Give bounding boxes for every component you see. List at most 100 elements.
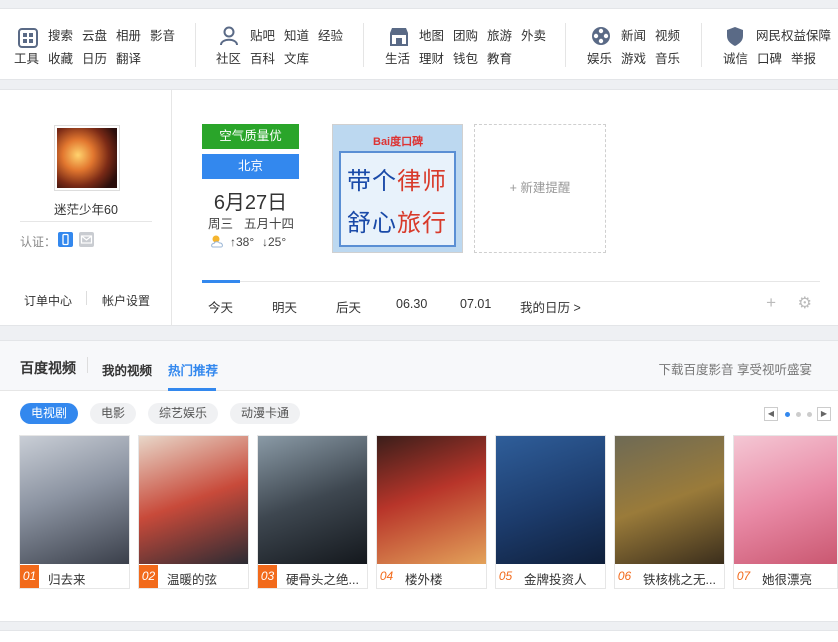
video-card[interactable]: 02 温暖的弦 [138, 435, 249, 589]
video-title: 楼外楼 [405, 573, 443, 587]
rank-badge: 03 [258, 565, 277, 588]
lunar-date: 五月十四 [244, 217, 295, 231]
phone-verify-icon[interactable] [58, 232, 73, 247]
video-section-title[interactable]: 百度视频 [20, 358, 76, 378]
nav-link-finance[interactable]: 理财 [419, 48, 444, 67]
rank-badge: 02 [139, 565, 158, 588]
gear-icon[interactable]: ⚙ [798, 293, 812, 313]
nav-link-calendar[interactable]: 日历 [82, 48, 107, 67]
nav-link-news[interactable]: 新闻 [621, 25, 646, 44]
rank-badge: 05 [498, 569, 513, 583]
pager-dot[interactable] [807, 412, 812, 417]
divider [20, 221, 152, 222]
pager-dot[interactable] [785, 412, 790, 417]
nav-link-community[interactable]: 社区 [216, 48, 241, 67]
pill-anime[interactable]: 动漫卡通 [230, 403, 301, 424]
pager-next-button[interactable]: ▶ [817, 407, 831, 421]
video-card[interactable]: 07 她很漂亮 [733, 435, 838, 589]
video-title: 她很漂亮 [762, 573, 813, 587]
video-card[interactable]: 03 硬骨头之绝... [257, 435, 368, 589]
calendar-tabs: 今天 明天 后天 06.30 07.01 我的日历 > + ⚙ [202, 280, 820, 326]
nav-link-travel[interactable]: 旅游 [487, 25, 512, 44]
nav-link-translate[interactable]: 翻译 [116, 48, 141, 67]
nav-link-jingyan[interactable]: 经验 [318, 25, 343, 44]
nav-group-entertainment: 新闻 视频 娱乐 游戏 音乐 [566, 9, 701, 81]
nav-link-education[interactable]: 教育 [487, 48, 512, 67]
rank-badge: 04 [379, 569, 394, 583]
nav-link-takeout[interactable]: 外卖 [521, 25, 546, 44]
username[interactable]: 迷茫少年60 [0, 199, 172, 218]
avatar[interactable] [54, 125, 120, 191]
nav-link-zhidao[interactable]: 知道 [284, 25, 309, 44]
new-reminder-button[interactable]: + 新建提醒 [474, 124, 606, 253]
tab-tomorrow[interactable]: 明天 [272, 297, 297, 316]
nav-link-games[interactable]: 游戏 [621, 48, 646, 67]
pill-tv-series[interactable]: 电视剧 [20, 403, 79, 424]
user-panel: 迷茫少年60 认证： 订单中心 帐户设置 空气质量优 北京 6月27日 周三 五… [0, 89, 838, 326]
video-card[interactable]: 06 铁核桃之无... [614, 435, 725, 589]
nav-link-koubei[interactable]: 口碑 [757, 48, 782, 67]
nav-link-map[interactable]: 地图 [419, 25, 444, 44]
email-verify-icon[interactable] [79, 232, 94, 247]
tab-today[interactable]: 今天 [208, 297, 233, 316]
nav-link-wenku[interactable]: 文库 [284, 48, 309, 67]
profile-section: 迷茫少年60 认证： 订单中心 帐户设置 [0, 90, 172, 326]
account-settings-link[interactable]: 帐户设置 [102, 292, 150, 309]
nav-link-cloud[interactable]: 云盘 [82, 25, 107, 44]
active-tab-indicator [202, 280, 240, 283]
tab-hot-recommend[interactable]: 热门推荐 [168, 360, 218, 379]
tab-date-0630[interactable]: 06.30 [396, 297, 427, 311]
sun-cloud-icon [211, 235, 223, 248]
nav-link-tools[interactable]: 工具 [14, 48, 39, 67]
nav-link-wallet[interactable]: 钱包 [453, 48, 478, 67]
air-quality-badge[interactable]: 空气质量优 [202, 124, 299, 149]
nav-link-music[interactable]: 音乐 [655, 48, 680, 67]
tab-day-after[interactable]: 后天 [336, 297, 361, 316]
community-icon [220, 26, 238, 46]
tab-date-0701[interactable]: 07.01 [460, 297, 491, 311]
video-poster [734, 436, 837, 564]
temperature-low: ↓25° [262, 235, 287, 249]
video-card[interactable]: 04 楼外楼 [376, 435, 487, 589]
grid-tools-icon [18, 28, 38, 48]
nav-link-baike[interactable]: 百科 [250, 48, 275, 67]
order-center-link[interactable]: 订单中心 [24, 292, 72, 309]
active-tab-indicator [168, 388, 216, 391]
nav-link-tieba[interactable]: 贴吧 [250, 25, 275, 44]
video-title: 温暖的弦 [167, 573, 218, 587]
nav-link-video[interactable]: 视频 [655, 25, 680, 44]
video-card[interactable]: 01 归去来 [19, 435, 130, 589]
nav-link-integrity[interactable]: 诚信 [723, 48, 748, 67]
video-card[interactable]: 05 金牌投资人 [495, 435, 606, 589]
nav-link-tuangou[interactable]: 团购 [453, 25, 478, 44]
nav-group-community: 贴吧 知道 经验 社区 百科 文库 [196, 9, 363, 81]
pill-variety[interactable]: 综艺娱乐 [148, 403, 219, 424]
current-date: 6月27日 [213, 192, 288, 214]
nav-link-media[interactable]: 影音 [150, 25, 175, 44]
nav-link-rights[interactable]: 网民权益保障 [756, 25, 831, 44]
nav-link-search[interactable]: 搜索 [48, 25, 73, 44]
tab-my-calendar[interactable]: 我的日历 > [520, 297, 581, 316]
pager-dot[interactable] [796, 412, 801, 417]
pager-prev-button[interactable]: ◀ [764, 407, 778, 421]
add-event-icon[interactable]: + [766, 293, 776, 313]
nav-group-tools: 搜索 云盘 相册 影音 工具 收藏 日历 翻译 [0, 9, 195, 81]
video-poster [615, 436, 724, 564]
rank-badge: 01 [20, 565, 39, 588]
video-poster [258, 436, 367, 564]
nav-link-life[interactable]: 生活 [385, 48, 410, 67]
video-title: 金牌投资人 [524, 573, 587, 587]
koubei-ad-banner[interactable]: Bai度口碑 带个律师 舒心旅行 [332, 124, 463, 253]
tab-my-video[interactable]: 我的视频 [102, 360, 152, 379]
nav-link-report[interactable]: 举报 [791, 48, 816, 67]
nav-link-album[interactable]: 相册 [116, 25, 141, 44]
pill-movies[interactable]: 电影 [90, 403, 137, 424]
city-badge[interactable]: 北京 [202, 154, 299, 179]
nav-link-favorites[interactable]: 收藏 [48, 48, 73, 67]
verify-label: 认证： [20, 235, 57, 249]
nav-group-rights: 网民权益保障 诚信 口碑 举报 [702, 9, 838, 81]
download-player-link[interactable]: 下载百度影音 享受视听盛宴 [659, 359, 812, 378]
life-shop-icon [390, 28, 408, 46]
nav-link-entertainment[interactable]: 娱乐 [587, 48, 612, 67]
video-poster [139, 436, 248, 564]
